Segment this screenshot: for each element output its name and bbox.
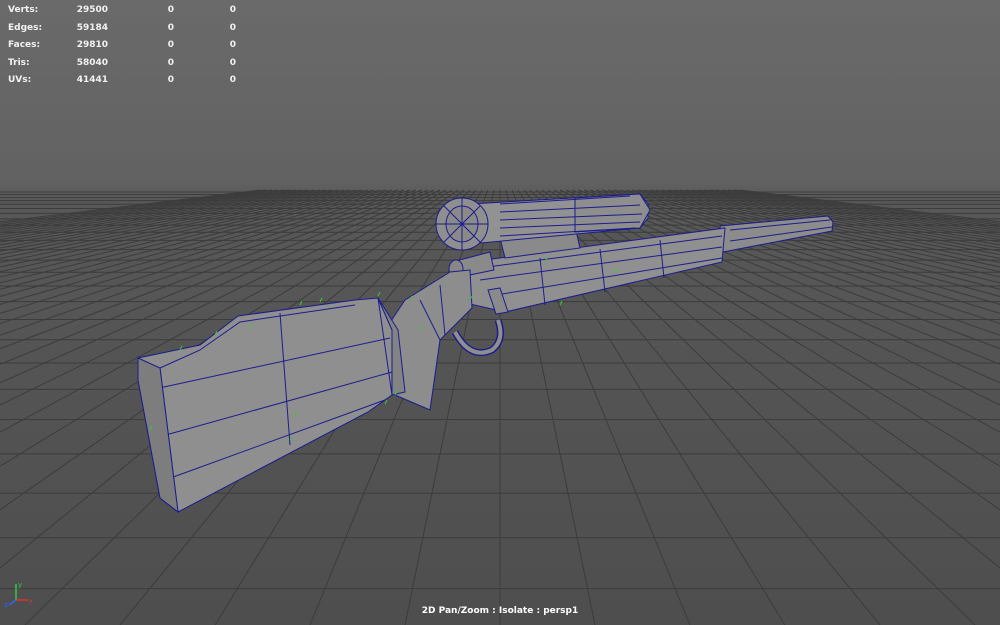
hud-selected: 0 [167, 5, 174, 15]
hud-selected: 0 [167, 75, 174, 85]
rifle-buttstock [137, 297, 393, 513]
axis-y-label: y [18, 581, 22, 589]
hud-selected: 0 [229, 75, 236, 85]
scene-canvas[interactable] [0, 0, 1000, 625]
axis-x-label: x [29, 597, 33, 605]
hud-label: UVs: [8, 75, 32, 85]
hud-selected: 0 [229, 22, 236, 33]
hud-selected: 0 [229, 5, 236, 15]
hud-selected: 0 [229, 40, 236, 50]
normal-tick [384, 399, 388, 405]
view-axis-icon: y x z [4, 581, 33, 608]
hud-selected: 0 [229, 57, 236, 68]
hud-selected: 0 [167, 40, 174, 50]
grid-line [679, 189, 1000, 243]
hud-value: 41441 [76, 75, 108, 85]
axis-z-line [8, 599, 17, 606]
hud-label: Tris: [8, 57, 30, 68]
grid-line [739, 189, 1000, 223]
hud-label: Verts: [8, 5, 39, 15]
poly-count-hud: Verts: 29500 0 0 Edges: 59184 0 0 Faces:… [8, 2, 238, 90]
hud-value: 29810 [76, 40, 108, 50]
hud-value: 58040 [76, 57, 108, 68]
hud-row-edges: Edges: 59184 0 0 [8, 20, 238, 38]
hud-value: 29500 [76, 5, 108, 15]
hud-selected: 0 [167, 57, 174, 68]
hud-value: 59184 [76, 22, 108, 33]
grid-line [727, 189, 1000, 226]
perspective-viewport[interactable]: Verts: 29500 0 0 Edges: 59184 0 0 Faces:… [0, 0, 1000, 625]
grid-line [715, 189, 1000, 230]
grid-line [721, 189, 1000, 228]
hud-row-verts: Verts: 29500 0 0 [8, 2, 238, 20]
camera-label: 2D Pan/Zoom : Isolate : persp1 [421, 606, 579, 616]
hud-row-faces: Faces: 29810 0 0 [8, 37, 238, 55]
rifle-model[interactable] [137, 193, 834, 514]
grid-line [709, 189, 1000, 232]
normal-tick [377, 291, 381, 297]
hud-label: Edges: [8, 22, 43, 33]
hud-row-uvs: UVs: 41441 0 0 [8, 72, 238, 90]
grid-line [703, 189, 1000, 234]
hud-row-tris: Tris: 58040 0 0 [8, 55, 238, 73]
hud-selected: 0 [167, 22, 174, 33]
hud-label: Faces: [8, 40, 41, 50]
